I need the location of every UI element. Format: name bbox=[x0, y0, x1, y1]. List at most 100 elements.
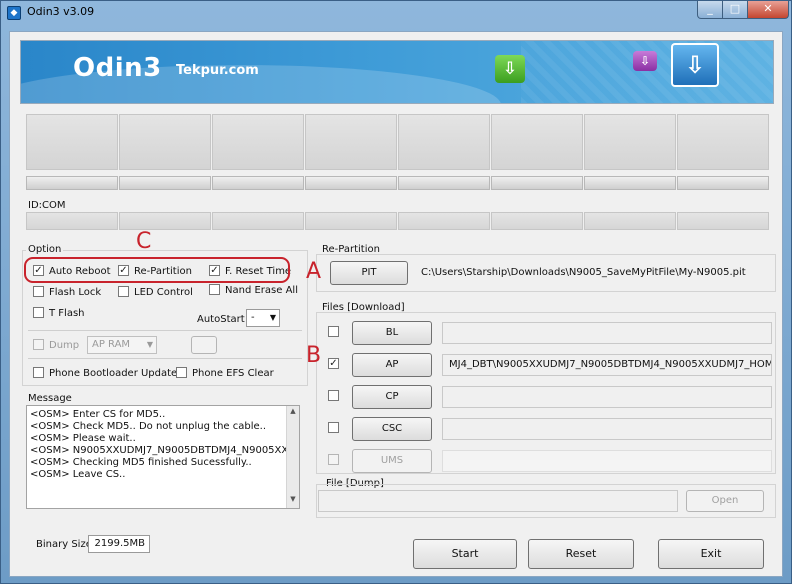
flash-lock-checkbox[interactable] bbox=[33, 286, 44, 297]
nand-erase-all-label: Nand Erase All bbox=[225, 285, 298, 296]
scroll-down-icon[interactable]: ▼ bbox=[287, 495, 299, 507]
option-title: Option bbox=[26, 244, 64, 255]
cp-button[interactable]: CP bbox=[352, 385, 432, 409]
binary-size-label: Binary Size bbox=[36, 539, 92, 550]
annotation-b-label: B bbox=[306, 343, 322, 368]
t-flash-checkbox[interactable] bbox=[33, 307, 44, 318]
progress-bar-7 bbox=[584, 176, 676, 190]
minimize-button[interactable]: _ bbox=[697, 1, 723, 19]
bl-path-field[interactable] bbox=[442, 322, 772, 344]
progress-bar-5 bbox=[398, 176, 490, 190]
odin-banner: Odin3 Tekpur.com ⇩ ⇩ ⇩ bbox=[20, 40, 774, 104]
device-slot-5 bbox=[398, 114, 490, 170]
com-slot-6 bbox=[491, 212, 583, 230]
csc-button[interactable]: CSC bbox=[352, 417, 432, 441]
progress-bar-4 bbox=[305, 176, 397, 190]
option-divider-1 bbox=[28, 330, 302, 331]
bl-checkbox[interactable] bbox=[328, 326, 339, 337]
phone-bootloader-update-label: Phone Bootloader Update bbox=[49, 368, 178, 379]
device-slot-1 bbox=[26, 114, 118, 170]
message-scrollbar[interactable]: ▲ ▼ bbox=[286, 406, 299, 508]
com-slot-3 bbox=[212, 212, 304, 230]
dump-checkbox[interactable] bbox=[33, 339, 44, 350]
phone-bootloader-update-checkbox[interactable] bbox=[33, 367, 44, 378]
reset-button[interactable]: Reset bbox=[528, 539, 634, 569]
device-slot-4 bbox=[305, 114, 397, 170]
progress-bar-2 bbox=[119, 176, 211, 190]
odin-logo: Odin3 bbox=[73, 53, 162, 83]
dump-select[interactable]: AP RAM ▼ bbox=[87, 336, 157, 354]
annotation-c-highlight bbox=[24, 257, 290, 283]
window-title: Odin3 v3.09 bbox=[27, 5, 95, 18]
ums-path-field[interactable] bbox=[442, 450, 772, 472]
com-slot-1 bbox=[26, 212, 118, 230]
com-slot-8 bbox=[677, 212, 769, 230]
dump-value: AP RAM bbox=[92, 339, 131, 350]
progress-bar-8 bbox=[677, 176, 769, 190]
phone-efs-clear-label: Phone EFS Clear bbox=[192, 368, 274, 379]
client-area: Odin3 Tekpur.com ⇩ ⇩ ⇩ ID:COM Option ✓ A… bbox=[9, 31, 783, 577]
annotation-c-label: C bbox=[136, 229, 152, 254]
led-control-checkbox[interactable] bbox=[118, 286, 129, 297]
message-line-2: <OSM> Check MD5.. Do not unplug the cabl… bbox=[30, 421, 267, 432]
pit-button[interactable]: PIT bbox=[330, 261, 408, 285]
progress-bar-3 bbox=[212, 176, 304, 190]
message-line-1: <OSM> Enter CS for MD5.. bbox=[30, 409, 166, 420]
csc-path-field[interactable] bbox=[442, 418, 772, 440]
bl-button[interactable]: BL bbox=[352, 321, 432, 345]
download-icon-blue: ⇩ bbox=[671, 43, 719, 87]
dropdown-arrow-icon: ▼ bbox=[146, 340, 153, 349]
download-icon-purple: ⇩ bbox=[633, 51, 657, 71]
t-flash-label: T Flash bbox=[49, 308, 85, 319]
autostart-value: - bbox=[251, 312, 255, 323]
exit-button[interactable]: Exit bbox=[658, 539, 764, 569]
csc-checkbox[interactable] bbox=[328, 422, 339, 433]
message-line-4: <OSM> N9005XXUDMJ7_N9005DBTDMJ4_N9005XXU… bbox=[30, 445, 299, 456]
com-slot-7 bbox=[584, 212, 676, 230]
com-slot-2 bbox=[119, 212, 211, 230]
ap-button[interactable]: AP bbox=[352, 353, 432, 377]
message-log[interactable]: <OSM> Enter CS for MD5.. <OSM> Check MD5… bbox=[26, 405, 300, 509]
led-control-label: LED Control bbox=[134, 287, 193, 298]
dropdown-arrow-icon: ▼ bbox=[269, 313, 276, 322]
device-slot-6 bbox=[491, 114, 583, 170]
ums-button[interactable]: UMS bbox=[352, 449, 432, 473]
dump-label: Dump bbox=[49, 340, 80, 351]
autostart-label: AutoStart bbox=[197, 314, 245, 325]
option-divider-2 bbox=[28, 358, 302, 359]
app-icon: ◆ bbox=[7, 6, 21, 20]
odin-window: ◆ Odin3 v3.09 _ □ ✕ Odin3 Tekpur.com ⇩ ⇩… bbox=[0, 0, 792, 584]
device-slot-8 bbox=[677, 114, 769, 170]
ap-checkbox[interactable]: ✓ bbox=[328, 358, 339, 369]
ums-checkbox[interactable] bbox=[328, 454, 339, 465]
message-title: Message bbox=[26, 393, 74, 404]
progress-bar-6 bbox=[491, 176, 583, 190]
dump-path-field[interactable] bbox=[318, 490, 678, 512]
flash-lock-label: Flash Lock bbox=[49, 287, 102, 298]
open-button[interactable]: Open bbox=[686, 490, 764, 512]
autostart-select[interactable]: - ▼ bbox=[246, 309, 280, 327]
device-slot-2 bbox=[119, 114, 211, 170]
message-line-3: <OSM> Please wait.. bbox=[30, 433, 136, 444]
com-slot-5 bbox=[398, 212, 490, 230]
phone-efs-clear-checkbox[interactable] bbox=[176, 367, 187, 378]
scroll-up-icon[interactable]: ▲ bbox=[287, 407, 299, 419]
download-icon-green: ⇩ bbox=[495, 55, 525, 83]
progress-bar-1 bbox=[26, 176, 118, 190]
com-slot-4 bbox=[305, 212, 397, 230]
cp-checkbox[interactable] bbox=[328, 390, 339, 401]
maximize-button[interactable]: □ bbox=[722, 1, 748, 19]
message-line-6: <OSM> Leave CS.. bbox=[30, 469, 126, 480]
start-button[interactable]: Start bbox=[413, 539, 517, 569]
close-button[interactable]: ✕ bbox=[747, 1, 789, 19]
device-slot-3 bbox=[212, 114, 304, 170]
title-bar[interactable]: ◆ Odin3 v3.09 _ □ ✕ bbox=[1, 1, 791, 25]
banner-subtitle: Tekpur.com bbox=[176, 63, 259, 78]
annotation-a-label: A bbox=[306, 259, 322, 284]
ap-path-field[interactable]: MJ4_DBT\N9005XXUDMJ7_N9005DBTDMJ4_N9005X… bbox=[442, 354, 772, 376]
dump-browse-button[interactable] bbox=[191, 336, 217, 354]
id-com-label: ID:COM bbox=[28, 200, 66, 211]
cp-path-field[interactable] bbox=[442, 386, 772, 408]
nand-erase-all-checkbox[interactable] bbox=[209, 284, 220, 295]
pit-path-field[interactable]: C:\Users\Starship\Downloads\N9005_SaveMy… bbox=[414, 262, 772, 284]
